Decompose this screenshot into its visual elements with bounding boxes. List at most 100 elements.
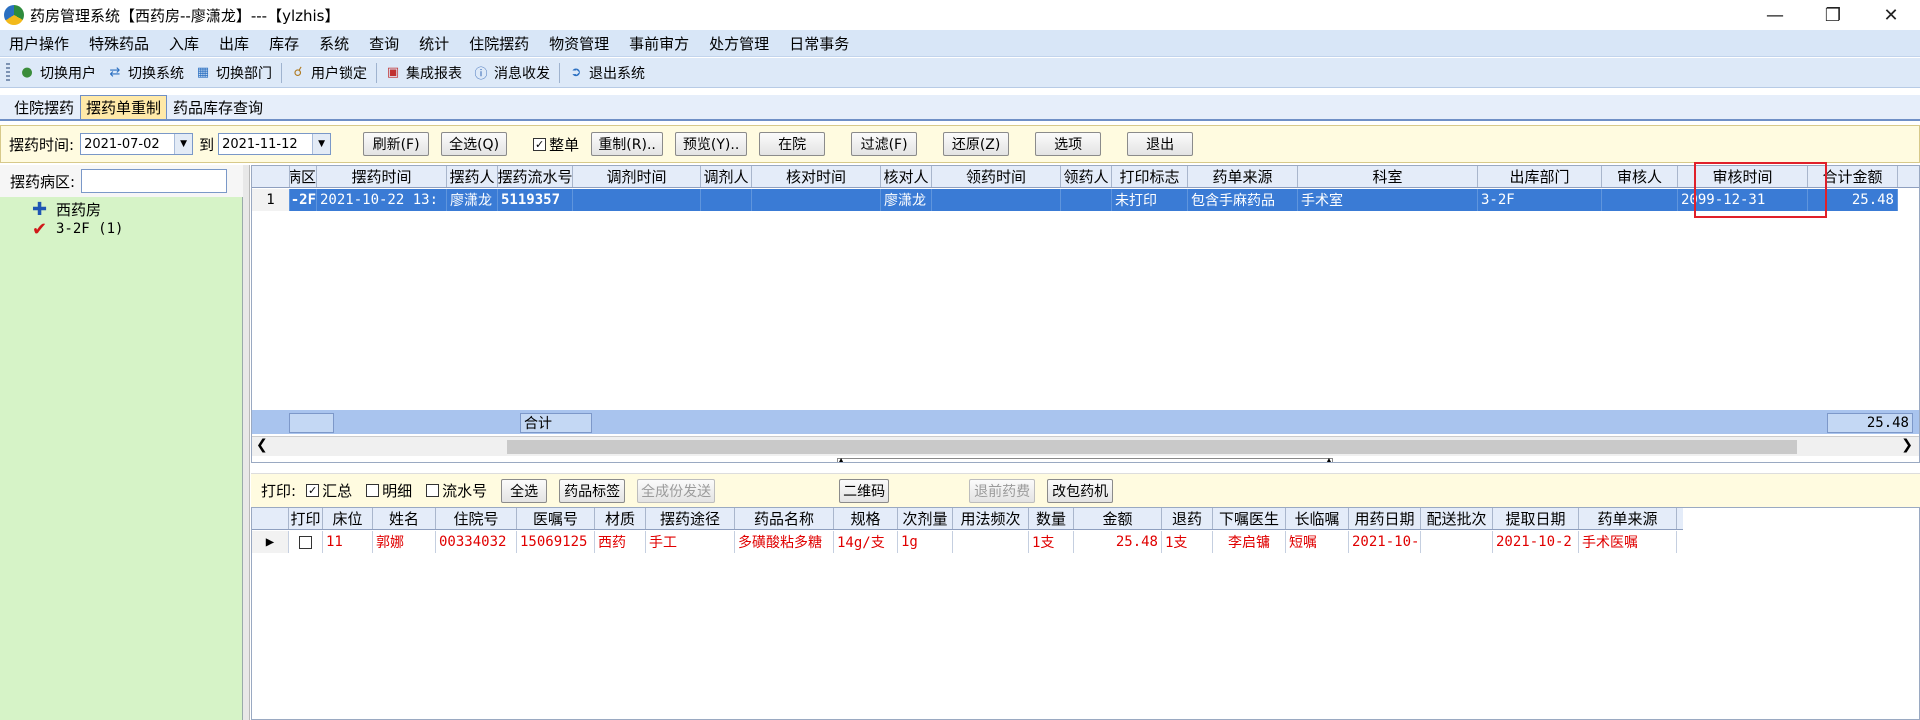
cell-amount[interactable]: 25.48 [1074,531,1162,553]
cell-med-date[interactable]: 2021-10- [1349,531,1421,553]
lock-user-button[interactable]: ☌ 用户锁定 [285,63,373,83]
col-out-dept[interactable]: 出库部门 [1478,166,1602,187]
col-bed[interactable]: 床位 [323,508,373,529]
col-return[interactable]: 退药 [1162,508,1213,529]
col-print-flag[interactable]: 打印标志 [1112,166,1188,187]
checkbox-unchecked-icon[interactable] [426,484,440,497]
refresh-button[interactable]: 刷新(F) [363,132,430,156]
split-up-icon[interactable]: ▲ [1326,457,1332,463]
menu-statistics[interactable]: 统计 [410,33,460,54]
in-hospital-button[interactable]: 在院 [759,132,826,156]
col-drug-name[interactable]: 药品名称 [735,508,834,529]
drug-label-button[interactable]: 药品标签 [559,478,626,503]
col-ward[interactable]: 病区 [290,166,317,187]
cell-pickup-person[interactable] [1061,189,1112,211]
qr-code-button[interactable]: 二维码 [839,478,890,503]
summary-checkbox[interactable]: ✓ 汇总 [306,480,352,501]
close-icon[interactable]: ✕ [1862,0,1920,30]
col-long-temp[interactable]: 长临嘱 [1286,508,1349,529]
cell-check-time[interactable] [752,189,881,211]
cell-batch[interactable] [1421,531,1493,553]
date-from-picker[interactable]: 2021-07-02 ▼ [80,133,194,155]
cell-dispense-route[interactable]: 手工 [646,531,735,553]
preview-button[interactable]: 预览(Y).. [675,132,748,156]
scroll-left-icon[interactable]: ❮ [256,437,268,453]
minimize-icon[interactable]: — [1746,0,1804,30]
col-department[interactable]: 科室 [1298,166,1478,187]
cell-name[interactable]: 郭娜 [373,531,436,553]
filter-button[interactable]: 过滤(F) [851,132,918,156]
col-doctor[interactable]: 下嘱医生 [1213,508,1286,529]
integrated-report-button[interactable]: ▣ 集成报表 [380,63,468,83]
select-all-print-button[interactable]: 全选 [501,478,548,503]
checkbox-checked-icon[interactable]: ✓ [533,137,547,151]
cell-return[interactable]: 1支 [1162,531,1213,553]
menu-special-drugs[interactable]: 特殊药品 [80,33,160,54]
col-dispense-route[interactable]: 摆药途径 [646,508,735,529]
col-checker[interactable]: 核对人 [881,166,932,187]
menu-daily-affairs[interactable]: 日常事务 [780,33,860,54]
col-order-source[interactable]: 药单来源 [1188,166,1298,187]
options-button[interactable]: 选项 [1035,132,1102,156]
panel-splitter[interactable] [243,165,250,720]
col-dispense-serial[interactable]: 摆药流水号 [498,166,573,187]
col-prep-time[interactable]: 调剂时间 [573,166,701,187]
scroll-right-icon[interactable]: ❯ [1901,437,1913,453]
col-print[interactable]: 打印 [289,508,323,529]
menu-materials[interactable]: 物资管理 [540,33,620,54]
switch-department-button[interactable]: ▦ 切换部门 [190,63,278,83]
tree-node-ward[interactable]: ✔ 3-2F (1) [18,219,123,240]
menu-system[interactable]: 系统 [310,33,360,54]
cell-admission-no[interactable]: 00334032 [436,531,517,553]
detail-checkbox[interactable]: 明细 [366,480,412,501]
cell-dose[interactable]: 1g [898,531,953,553]
cell-prep-time[interactable] [573,189,701,211]
chevron-down-icon[interactable]: ▼ [174,134,193,154]
cell-out-dept[interactable]: 3-2F [1478,189,1602,211]
refund-fee-button[interactable]: 退前药费 [969,478,1036,503]
col-order-no[interactable]: 医嘱号 [517,508,595,529]
cell-reviewer[interactable] [1602,189,1678,211]
col-check-time[interactable]: 核对时间 [752,166,881,187]
cell-pickup-time[interactable] [932,189,1061,211]
col-dose[interactable]: 次剂量 [898,508,953,529]
redo-button[interactable]: 重制(R).. [591,132,664,156]
table-row[interactable]: 1 3-2F 2021-10-22 13: 廖潇龙 5119357 廖潇龙 未打… [252,189,1898,211]
cell-department[interactable]: 手术室 [1298,189,1478,211]
exit-system-button[interactable]: ➲ 退出系统 [563,63,651,83]
horizontal-scrollbar[interactable]: ❮ ❯ [252,436,1919,456]
table-row[interactable]: ▶ 11 郭娜 00334032 15069125 西药 手工 多磺酸粘多糖 1… [252,531,1677,553]
cell-order-no[interactable]: 15069125 [517,531,595,553]
cell-spec[interactable]: 14g/支 [834,531,898,553]
cell-material[interactable]: 西药 [595,531,646,553]
col-batch[interactable]: 配送批次 [1421,508,1493,529]
split-up-icon[interactable]: ▲ [838,457,844,463]
whole-order-checkbox[interactable]: ✓ 整单 [533,134,579,155]
checkbox-unchecked-icon[interactable] [299,535,312,549]
tree-node-pharmacy[interactable]: ✚ 西药房 [18,199,123,220]
col-spec[interactable]: 规格 [834,508,898,529]
serial-checkbox[interactable]: 流水号 [426,480,487,501]
split-handle[interactable]: ▲ ▲ [837,457,1333,463]
cell-bed[interactable]: 11 [323,531,373,553]
col-dispenser[interactable]: 摆药人 [447,166,498,187]
col-order-source[interactable]: 药单来源 [1579,508,1677,529]
scrollbar-thumb[interactable] [507,440,1797,454]
messages-button[interactable]: ⓘ 消息收发 [468,63,556,83]
cell-ward[interactable]: 3-2F [290,189,317,211]
cell-order-source[interactable]: 包含手麻药品 [1188,189,1298,211]
col-quantity[interactable]: 数量 [1029,508,1074,529]
col-admission-no[interactable]: 住院号 [436,508,517,529]
cell-dispenser[interactable]: 廖潇龙 [447,189,498,211]
cell-dispense-serial[interactable]: 5119357 [498,189,573,211]
ward-input[interactable] [81,169,228,193]
col-preparer[interactable]: 调剂人 [701,166,752,187]
col-pickup-time[interactable]: 领药时间 [932,166,1061,187]
col-dispense-time[interactable]: 摆药时间 [317,166,447,187]
select-all-button[interactable]: 全选(Q) [441,132,508,156]
date-to-picker[interactable]: 2021-11-12 ▼ [218,133,332,155]
checkbox-unchecked-icon[interactable] [366,484,380,497]
tab-stock-query[interactable]: 药品库存查询 [167,95,269,119]
menu-user-ops[interactable]: 用户操作 [0,33,80,54]
cell-checker[interactable]: 廖潇龙 [881,189,932,211]
